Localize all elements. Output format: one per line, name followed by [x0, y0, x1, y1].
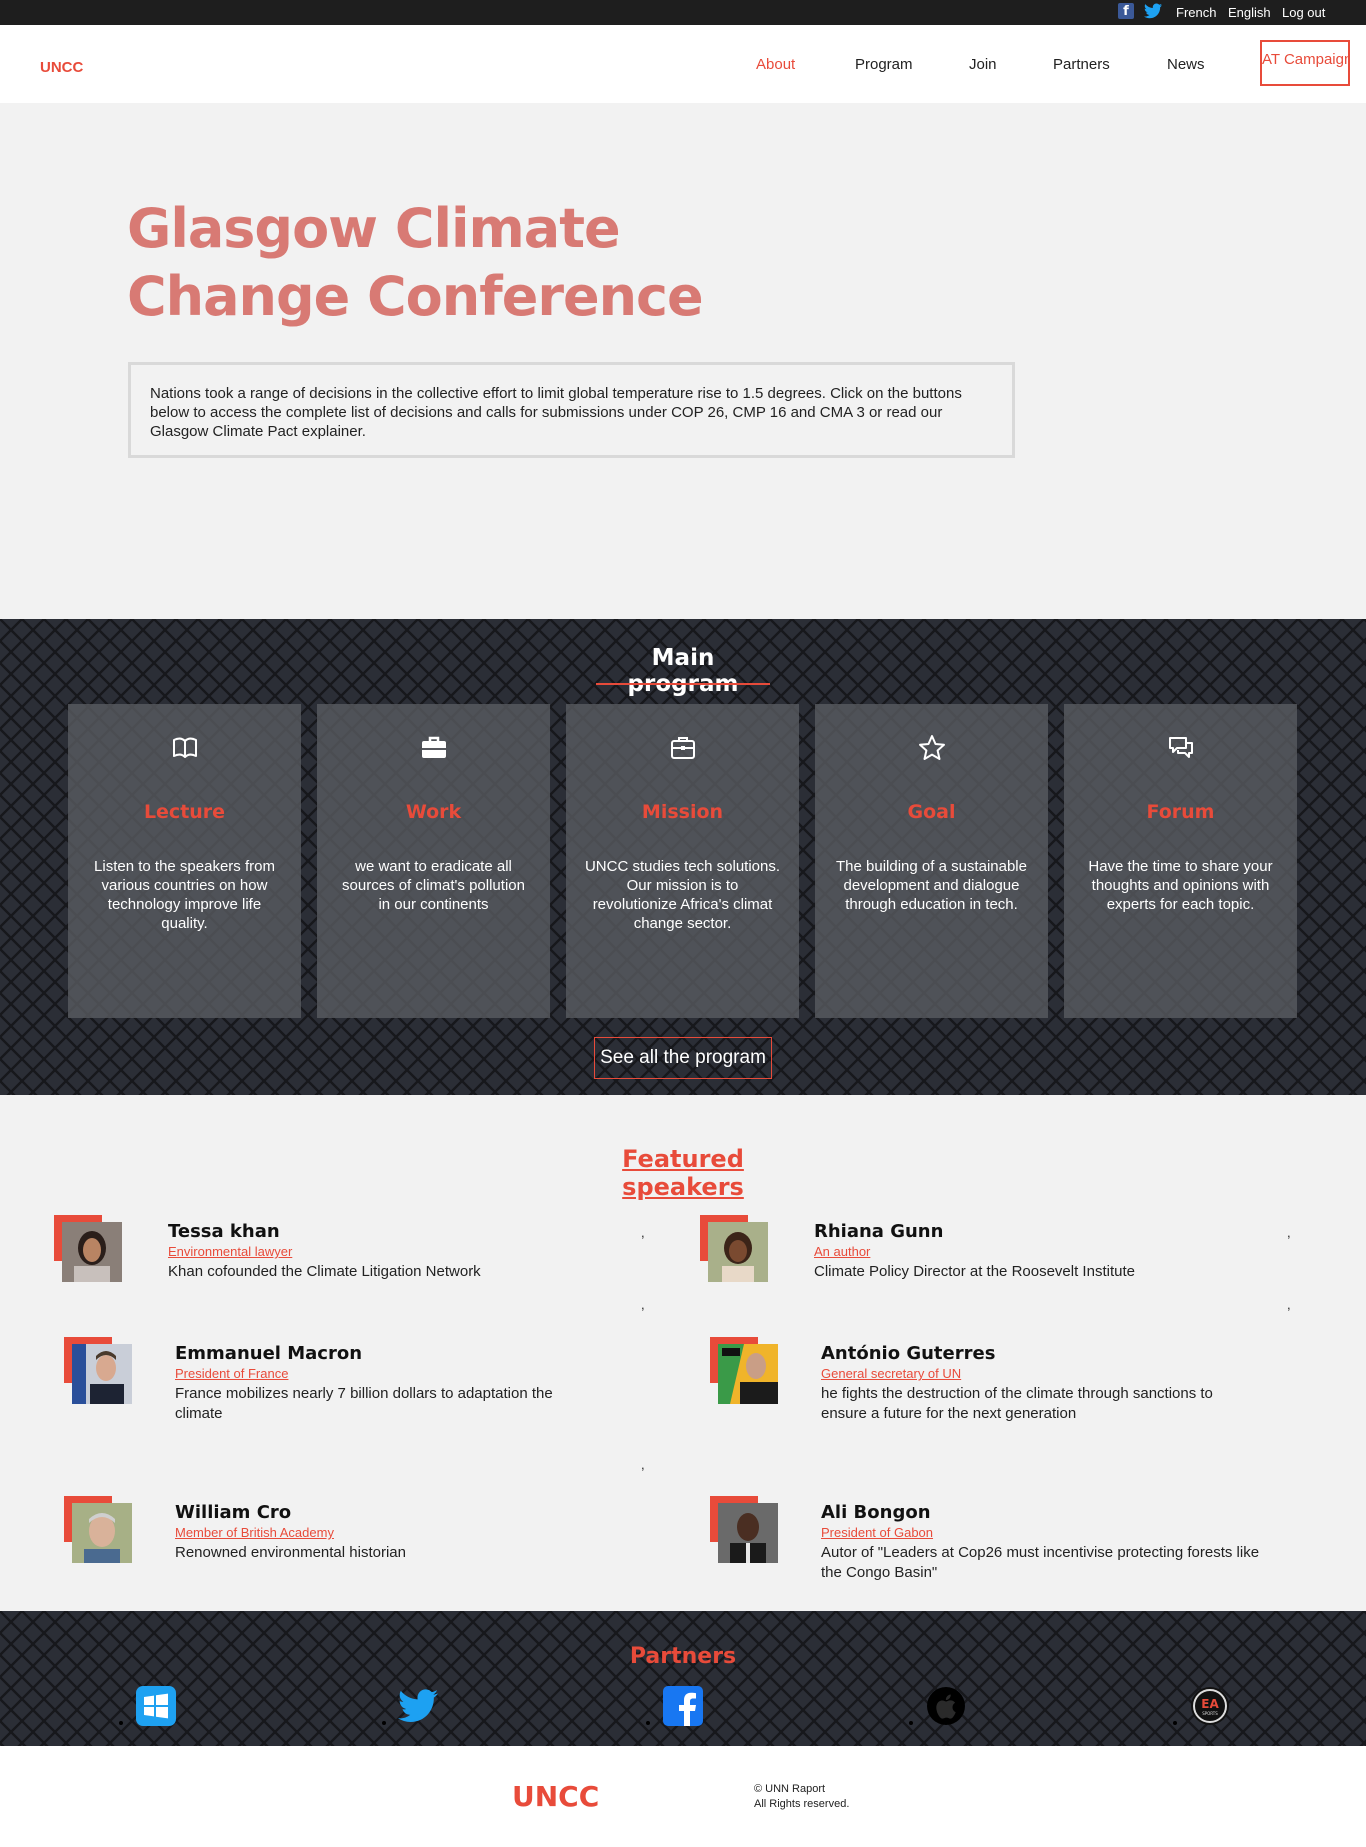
speaker-name: Rhiana Gunn [814, 1221, 944, 1242]
at-campaign-button[interactable]: AT Campaign [1260, 40, 1350, 86]
card-text: we want to eradicate all sources of clim… [342, 858, 525, 913]
nav-news[interactable]: News [1167, 56, 1205, 73]
program-card-forum[interactable]: Forum Have the time to share your though… [1064, 704, 1297, 1018]
footer [0, 1746, 1366, 1847]
site-logo[interactable]: UNCC [40, 59, 83, 76]
apple-icon[interactable] [926, 1686, 966, 1726]
card-title: Forum [1146, 801, 1215, 823]
speaker-separator: , [641, 1297, 645, 1312]
lang-english-link[interactable]: English [1228, 5, 1271, 20]
logout-link[interactable]: Log out [1282, 5, 1325, 20]
hero-intro-text: Nations took a range of decisions in the… [150, 385, 962, 440]
nav-about[interactable]: About [756, 56, 795, 73]
speaker-photo-tessa [62, 1222, 122, 1282]
top-bar: f French English Log out [0, 0, 1366, 25]
speaker-name: Emmanuel Macron [175, 1343, 363, 1364]
nav-partners[interactable]: Partners [1053, 56, 1110, 73]
speaker-photo-rhiana [708, 1222, 768, 1282]
chat-icon [1169, 737, 1193, 758]
speaker-role[interactable]: Member of British Academy [175, 1525, 334, 1540]
speaker-name: Tessa khan [168, 1221, 280, 1242]
partner-dot [382, 1721, 386, 1725]
see-all-program-button[interactable]: See all the program [594, 1037, 772, 1079]
speaker-name: Ali Bongon [821, 1502, 931, 1523]
twitter-bird-icon[interactable] [398, 1686, 438, 1726]
card-title: Mission [641, 801, 724, 823]
facebook-icon[interactable]: f [1118, 3, 1134, 19]
rights-text: All Rights reserved. [754, 1798, 850, 1810]
card-text: UNCC studies tech solutions. Our mission… [584, 858, 781, 932]
svg-text:SPORTS: SPORTS [1202, 1711, 1218, 1716]
card-title: Work [405, 801, 462, 823]
hero-title: Glasgow Climate Change Conference [127, 197, 704, 328]
speaker-separator: , [1287, 1297, 1291, 1312]
partner-dot [646, 1721, 650, 1725]
speaker-desc: Autor of "Leaders at Cop26 must incentiv… [821, 1544, 1260, 1581]
nav-join[interactable]: Join [969, 56, 997, 73]
lang-french-link[interactable]: French [1176, 5, 1216, 20]
partner-dot [119, 1721, 123, 1725]
twitter-icon[interactable] [1144, 3, 1162, 19]
program-card-goal[interactable]: Goal The building of a sustainable devel… [815, 704, 1048, 1018]
partner-dot [1173, 1721, 1177, 1725]
card-text: Have the time to share your thoughts and… [1088, 858, 1273, 913]
card-text: Listen to the speakers from various coun… [94, 858, 275, 932]
speaker-role[interactable]: President of France [175, 1366, 288, 1381]
speaker-desc: Khan cofounded the Climate Litigation Ne… [168, 1263, 481, 1280]
speaker-desc: France mobilizes nearly 7 billion dollar… [175, 1385, 553, 1422]
card-title: Goal [907, 801, 956, 823]
book-icon [173, 737, 197, 758]
speaker-desc: Renowned environmental historian [175, 1544, 406, 1561]
speaker-separator: , [1287, 1225, 1291, 1240]
speaker-photo-bongo [718, 1503, 778, 1563]
speakers-title[interactable]: Featured speakers [560, 1145, 806, 1201]
footer-logo[interactable]: UNCC [512, 1780, 599, 1813]
nav-program[interactable]: Program [855, 56, 913, 73]
speaker-desc: he fights the destruction of the climate… [821, 1385, 1213, 1422]
speaker-separator: , [641, 1457, 645, 1472]
svg-text:EA: EA [1201, 1697, 1219, 1711]
speaker-role[interactable]: Environmental lawyer [168, 1244, 292, 1259]
speaker-photo-macron [72, 1344, 132, 1404]
program-card-work[interactable]: Work we want to eradicate all sources of… [317, 704, 550, 1018]
speaker-role[interactable]: President of Gabon [821, 1525, 933, 1540]
card-title: Lecture [143, 801, 226, 823]
footer-copyright: © UNN Raport All Rights reserved. [754, 1782, 849, 1812]
speaker-photo-guterres [718, 1344, 778, 1404]
main-header: UNCC About Program Join Partners News AT… [0, 25, 1366, 103]
program-card-mission[interactable]: Mission UNCC studies tech solutions. Our… [566, 704, 799, 1018]
speaker-role[interactable]: General secretary of UN [821, 1366, 961, 1381]
hero-intro-box: Nations took a range of decisions in the… [128, 362, 1015, 458]
briefcase-outline-icon [671, 737, 695, 759]
card-text: The building of a sustainable developmen… [836, 858, 1027, 913]
windows-icon[interactable] [136, 1686, 176, 1726]
copyright-text: © UNN Raport [754, 1783, 826, 1795]
partner-dot [909, 1721, 913, 1725]
program-title: Main program [627, 645, 739, 697]
facebook-icon[interactable] [663, 1686, 703, 1726]
speaker-photo-william [72, 1503, 132, 1563]
speaker-separator: , [641, 1225, 645, 1240]
ea-sports-icon[interactable]: EA SPORTS [1190, 1686, 1230, 1726]
speaker-name: António Guterres [821, 1343, 996, 1364]
partners-title: Partners [629, 1644, 737, 1669]
briefcase-filled-icon [422, 736, 446, 758]
program-card-lecture[interactable]: Lecture Listen to the speakers from vari… [68, 704, 301, 1018]
program-title-underline [596, 683, 770, 685]
speaker-role[interactable]: An author [814, 1244, 870, 1259]
speaker-name: William Cro [175, 1502, 292, 1523]
speaker-desc: Climate Policy Director at the Roosevelt… [814, 1263, 1135, 1280]
star-icon [919, 735, 945, 760]
